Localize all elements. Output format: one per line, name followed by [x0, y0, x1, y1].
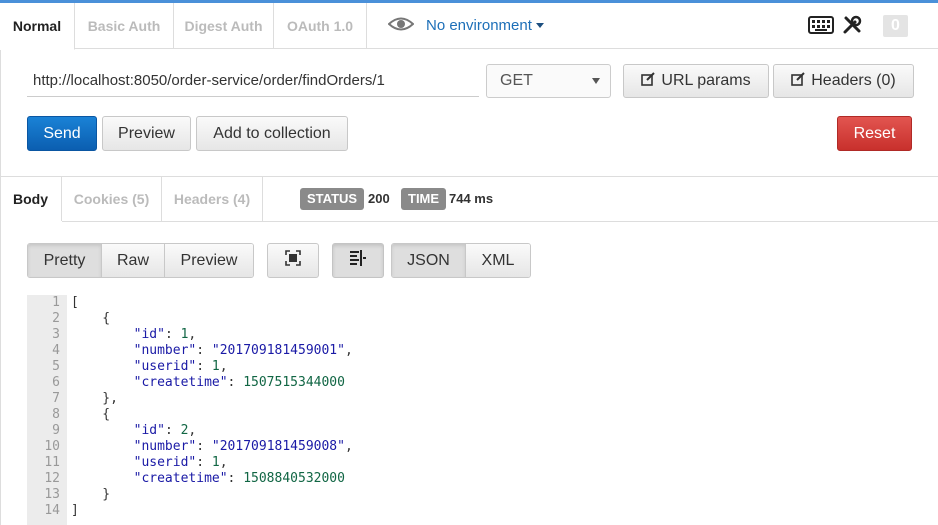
- tab-body[interactable]: Body: [0, 177, 62, 221]
- send-button[interactable]: Send: [27, 116, 97, 151]
- url-input[interactable]: [27, 65, 479, 97]
- environment-label: No environment: [426, 17, 532, 34]
- json-key: "number": [133, 343, 197, 358]
- json-key: "createtime": [133, 375, 228, 390]
- format-xml[interactable]: XML: [466, 244, 530, 277]
- eye-icon: [387, 16, 415, 37]
- line-number: 10: [44, 439, 60, 454]
- code-line: {: [71, 311, 111, 326]
- view-raw[interactable]: Raw: [102, 244, 165, 277]
- code-line: "id": 2,: [133, 423, 197, 438]
- request-tab-bar: Normal Basic Auth Digest Auth OAuth 1.0 …: [0, 3, 938, 50]
- time-badge: TIME: [401, 188, 447, 210]
- line-number: 4: [52, 343, 60, 358]
- line-number: 8: [52, 407, 60, 422]
- tab-cookies[interactable]: Cookies (5): [62, 177, 162, 221]
- code-line: "createtime": 1507515344000: [133, 375, 345, 390]
- view-preview[interactable]: Preview: [165, 244, 253, 277]
- view-pretty[interactable]: Pretty: [28, 244, 102, 277]
- format-group: JSON XML: [391, 243, 531, 278]
- add-to-collection-button[interactable]: Add to collection: [196, 116, 348, 151]
- counter-badge[interactable]: 0: [883, 15, 908, 37]
- response-tab-underline: [62, 221, 938, 222]
- left-border: [0, 3, 1, 525]
- tab-normal[interactable]: Normal: [0, 3, 75, 50]
- environment-selector[interactable]: No environment: [387, 15, 544, 37]
- code-line: "userid": 1,: [133, 455, 228, 470]
- line-number: 13: [44, 487, 60, 502]
- chevron-down-icon: [535, 23, 544, 29]
- line-number: 7: [52, 391, 60, 406]
- line-number: 9: [52, 423, 60, 438]
- code-line: "number": "201709181459001",: [133, 343, 353, 358]
- line-number: 14: [44, 503, 60, 518]
- fullscreen-icon: [285, 250, 301, 271]
- code-line: {: [71, 407, 111, 422]
- line-number: 6: [52, 375, 60, 390]
- json-value: 1507515344000: [243, 375, 345, 390]
- json-value: 2: [180, 423, 189, 438]
- line-number: 12: [44, 471, 60, 486]
- chevron-down-icon: [592, 78, 600, 84]
- preview-button[interactable]: Preview: [102, 116, 191, 151]
- url-params-label: URL params: [661, 72, 751, 89]
- json-key: "userid": [133, 455, 197, 470]
- json-value: 1508840532000: [243, 471, 345, 486]
- line-number: 3: [52, 327, 60, 342]
- reset-button[interactable]: Reset: [837, 116, 912, 151]
- time-value: 744 ms: [449, 191, 494, 206]
- fullscreen-button[interactable]: [267, 243, 319, 278]
- tab-digest-auth[interactable]: Digest Auth: [174, 3, 274, 49]
- line-number: 11: [44, 455, 60, 470]
- json-key: "id": [133, 423, 165, 438]
- edit-icon: [791, 71, 805, 91]
- status-badge: STATUS: [300, 188, 365, 210]
- code-line: "userid": 1,: [133, 359, 228, 374]
- json-key: "number": [133, 439, 197, 454]
- json-key: "userid": [133, 359, 197, 374]
- code-line: }: [71, 487, 111, 502]
- tab-oauth[interactable]: OAuth 1.0: [274, 3, 367, 49]
- code-line: [: [71, 295, 79, 310]
- url-params-button[interactable]: URL params: [623, 64, 769, 98]
- keyboard-icon[interactable]: [808, 16, 834, 39]
- code-line: "createtime": 1508840532000: [133, 471, 345, 486]
- headers-button[interactable]: Headers (0): [773, 64, 914, 98]
- wrap-lines-icon: [349, 249, 367, 272]
- json-value: 1: [211, 455, 220, 470]
- line-number: 5: [52, 359, 60, 374]
- line-number: 1: [52, 295, 60, 310]
- line-number: 2: [52, 311, 60, 326]
- edit-icon: [641, 71, 656, 91]
- response-body-viewer[interactable]: 1 2 3 4 5 6 7 8 9 10 11 12 13 14 [ { "id": 1, "number…: [27, 295, 938, 525]
- tools-icon[interactable]: [842, 15, 862, 40]
- code-line: ]: [71, 503, 79, 518]
- wrap-lines-button[interactable]: [332, 243, 384, 278]
- method-select[interactable]: GET: [486, 64, 611, 98]
- headers-label: Headers (0): [811, 72, 896, 89]
- tab-basic-auth[interactable]: Basic Auth: [75, 3, 174, 49]
- code-line: },: [71, 391, 118, 406]
- json-value: 1: [180, 327, 189, 342]
- json-value: "201709181459008": [211, 439, 345, 454]
- json-value: 1: [211, 359, 220, 374]
- tab-response-headers[interactable]: Headers (4): [162, 177, 263, 221]
- json-key: "createtime": [133, 471, 228, 486]
- code-line: "number": "201709181459008",: [133, 439, 353, 454]
- json-key: "id": [133, 327, 165, 342]
- json-value: "201709181459001": [211, 343, 345, 358]
- code-line: "id": 1,: [133, 327, 197, 342]
- format-json[interactable]: JSON: [392, 244, 466, 277]
- method-value: GET: [500, 72, 533, 89]
- view-mode-group: Pretty Raw Preview: [27, 243, 254, 278]
- status-value: 200: [368, 191, 390, 206]
